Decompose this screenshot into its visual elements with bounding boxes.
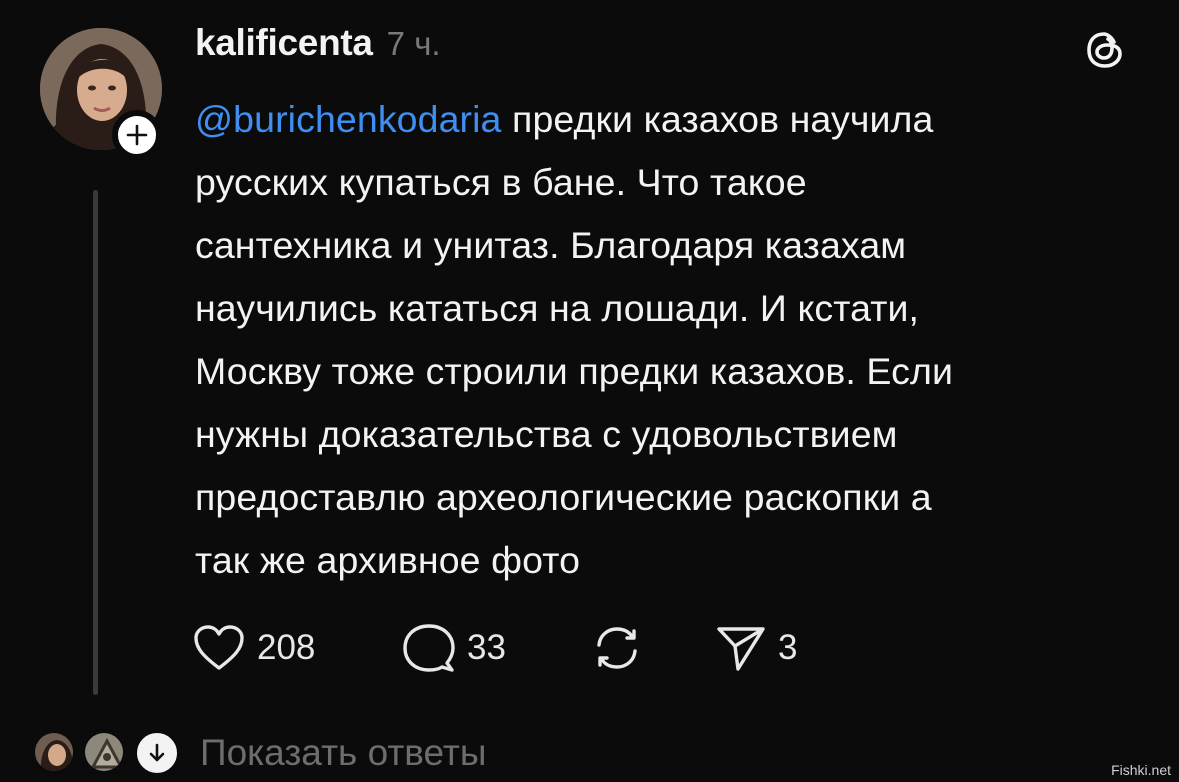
arrow-down-icon [149, 743, 165, 762]
share-button[interactable]: 3 [716, 618, 797, 678]
post-time: 7 ч. [386, 25, 441, 62]
share-count: 3 [778, 628, 798, 667]
heart-icon [194, 625, 244, 670]
follow-button[interactable] [112, 110, 162, 160]
plus-icon [126, 124, 148, 146]
username-link[interactable]: kalificenta [195, 22, 373, 64]
comment-count: 33 [467, 628, 506, 667]
show-replies-link[interactable]: Показать ответы [200, 732, 486, 774]
reply-avatar [82, 730, 126, 774]
repost-icon [597, 627, 637, 669]
comment-button[interactable]: 33 [403, 618, 506, 678]
post-text: @burichenkodaria предки казахов научила … [195, 88, 1160, 592]
threads-icon[interactable] [1083, 28, 1127, 72]
mention-link[interactable]: @burichenkodaria [195, 98, 502, 140]
post-header: kalificenta 7 ч. [195, 22, 441, 72]
post-line: так же архивное фото [195, 539, 581, 581]
like-button[interactable]: 208 [193, 618, 315, 678]
post-line: научились кататься на лошади. И кстати, [195, 287, 920, 329]
post-line: Москву тоже строили предки казахов. Если [195, 350, 953, 392]
replies-footer[interactable]: Показать ответы [32, 722, 732, 782]
post-line: предоставлю археологические раскопки а [195, 476, 932, 518]
post-line-text: предки казахов научила [501, 98, 934, 140]
post-line: @burichenkodaria предки казахов научила [195, 88, 1160, 151]
post-line: русских купаться в бане. Что такое [195, 161, 807, 203]
thread-line [93, 190, 98, 695]
post-line: нужны доказательства с удовольствием [195, 413, 898, 455]
reply-avatar [32, 730, 76, 774]
repost-button[interactable] [591, 618, 643, 678]
like-count: 208 [257, 628, 316, 667]
send-icon [717, 627, 765, 671]
comment-bubble-icon [403, 624, 455, 672]
post-line: сантехника и унитаз. Благодаря казахам [195, 224, 907, 266]
expand-replies-button[interactable] [134, 730, 180, 776]
watermark: Fishki.net [1111, 762, 1171, 778]
